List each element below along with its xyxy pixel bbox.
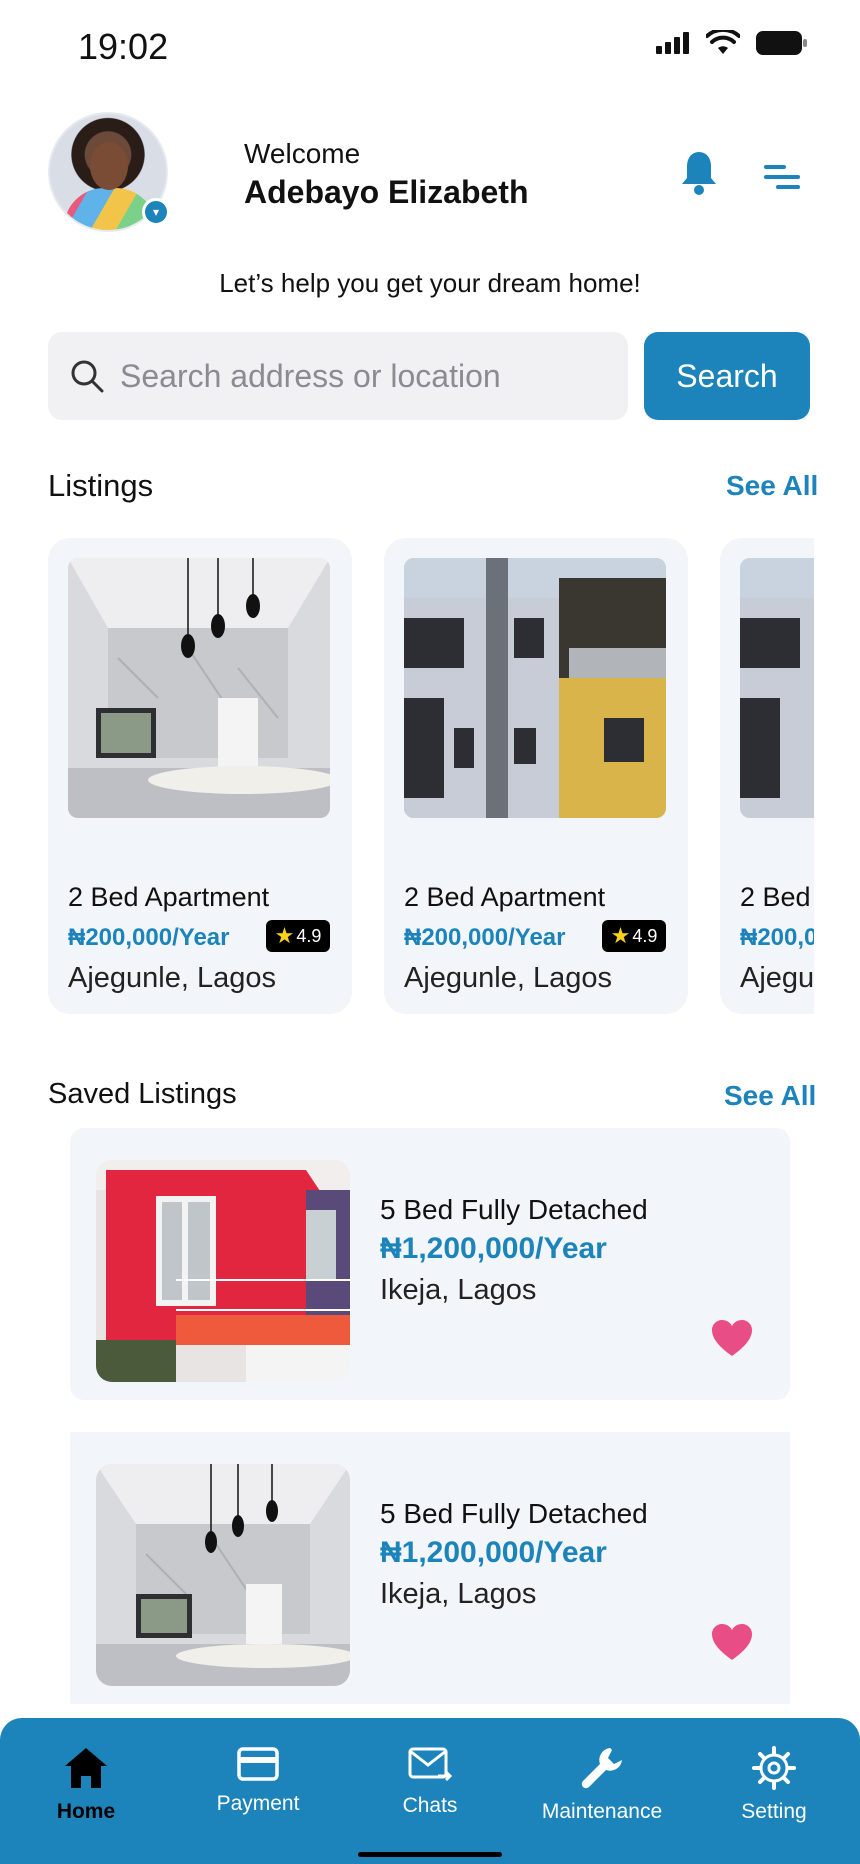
building-exterior-image	[404, 558, 666, 818]
nav-item-maintenance[interactable]: Maintenance	[522, 1746, 682, 1824]
rating-badge: ★ 4.9	[266, 920, 330, 952]
listing-title: 2 Bed Apartment	[740, 882, 814, 912]
signal-icon	[656, 32, 689, 54]
saved-listings-title: Saved Listings	[48, 1078, 237, 1110]
nav-label: Payment	[216, 1792, 300, 1815]
kitchen-interior-image	[96, 1464, 350, 1686]
listing-location: Ajegunle, Lagos	[404, 962, 612, 994]
listing-price: ₦200,000/Year	[404, 924, 566, 951]
kitchen-interior-image	[68, 558, 330, 818]
bell-icon[interactable]	[680, 150, 718, 196]
listing-title: 2 Bed Apartment	[404, 882, 606, 912]
rating-value: 4.9	[296, 925, 322, 946]
card-icon	[237, 1747, 279, 1781]
listing-card[interactable]: 2 Bed Apartment ₦200,000/Year ★ 4.9 Ajeg…	[48, 538, 352, 1014]
status-time: 19:02	[78, 26, 169, 67]
battery-icon	[756, 31, 807, 55]
home-icon	[65, 1748, 107, 1788]
chevron-down-icon[interactable]: ▾	[142, 198, 170, 226]
gear-icon	[752, 1746, 796, 1790]
saved-listing-location: Ikeja, Lagos	[380, 1274, 537, 1306]
saved-listing-card[interactable]: 5 Bed Fully Detached ₦1,200,000/Year Ike…	[70, 1128, 790, 1400]
listing-image	[740, 558, 814, 818]
listing-card[interactable]: 2 Bed Apartment ₦200,000/Year ★ 4.9 Ajeg…	[384, 538, 688, 1014]
menu-icon[interactable]	[764, 162, 800, 192]
bottom-nav: Home Payment Chats Maintenance Setting	[0, 1718, 860, 1864]
saved-listing-location: Ikeja, Lagos	[380, 1578, 537, 1610]
listings-carousel[interactable]: 2 Bed Apartment ₦200,000/Year ★ 4.9 Ajeg…	[48, 538, 814, 1018]
search-button[interactable]: Search	[644, 332, 810, 420]
saved-listing-image	[96, 1464, 350, 1686]
saved-listing-price: ₦1,200,000/Year	[380, 1536, 607, 1569]
nav-label: Maintenance	[541, 1800, 663, 1823]
saved-listing-title: 5 Bed Fully Detached	[380, 1498, 648, 1529]
nav-item-chats[interactable]: Chats	[350, 1746, 510, 1818]
red-house-image	[96, 1160, 350, 1382]
nav-item-setting[interactable]: Setting	[694, 1746, 854, 1824]
search-icon	[71, 360, 104, 393]
building-exterior-image	[740, 558, 814, 818]
saved-listing-card[interactable]: 5 Bed Fully Detached ₦1,200,000/Year Ike…	[70, 1432, 790, 1704]
listing-card[interactable]: 2 Bed Apartment ₦200,000/Year Ajegunle, …	[720, 538, 814, 1014]
wifi-icon	[706, 30, 740, 54]
search-box[interactable]	[48, 332, 628, 420]
user-name: Adebayo Elizabeth	[244, 174, 529, 210]
listings-see-all-link[interactable]: See All	[726, 470, 818, 502]
listing-image	[404, 558, 666, 818]
star-icon: ★	[610, 923, 631, 948]
mail-icon	[408, 1747, 452, 1782]
nav-item-payment[interactable]: Payment	[178, 1746, 338, 1816]
status-icons	[656, 30, 808, 56]
status-bar: 19:02	[0, 0, 860, 96]
listing-title: 2 Bed Apartment	[68, 882, 270, 912]
rating-badge: ★ 4.9	[602, 920, 666, 952]
welcome-label: Welcome	[244, 138, 361, 169]
tagline: Let’s help you get your dream home!	[219, 268, 641, 298]
listing-location: Ajegunle, Lagos	[740, 962, 814, 994]
saved-listing-title: 5 Bed Fully Detached	[380, 1194, 648, 1225]
listings-title: Listings	[48, 468, 154, 503]
nav-label: Chats	[402, 1794, 458, 1817]
wrench-icon	[581, 1748, 622, 1789]
saved-see-all-link[interactable]: See All	[724, 1080, 816, 1112]
saved-listing-image	[96, 1160, 350, 1382]
listing-price: ₦200,000/Year	[740, 924, 814, 951]
listing-location: Ajegunle, Lagos	[68, 962, 276, 994]
search-input[interactable]	[120, 357, 600, 395]
listing-price: ₦200,000/Year	[68, 924, 230, 951]
heart-icon[interactable]	[710, 1622, 754, 1662]
avatar-face	[90, 142, 128, 190]
saved-listing-price: ₦1,200,000/Year	[380, 1232, 607, 1265]
rating-value: 4.9	[632, 925, 658, 946]
heart-icon[interactable]	[710, 1318, 754, 1358]
star-icon: ★	[274, 923, 295, 948]
nav-label: Home	[56, 1800, 116, 1823]
nav-label: Setting	[741, 1800, 807, 1823]
listing-image	[68, 558, 330, 818]
nav-item-home[interactable]: Home	[6, 1746, 166, 1824]
home-indicator	[358, 1852, 502, 1857]
